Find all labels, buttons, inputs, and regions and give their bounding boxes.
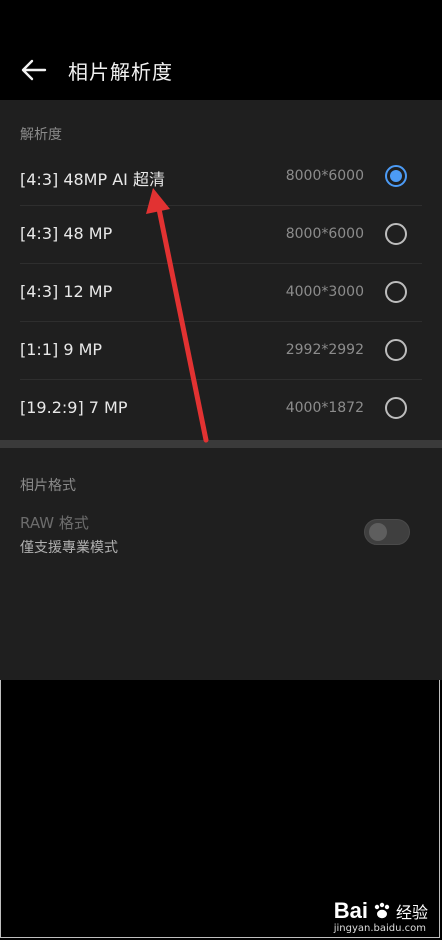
page-title: 相片解析度 — [68, 60, 173, 84]
resolution-option-value: 8000*6000 — [285, 226, 364, 242]
resolution-option-label: [19.2:9] 7 MP — [20, 398, 128, 417]
resolution-option[interactable]: [4:3] 48MP AI 超清 8000*6000 — [0, 148, 442, 206]
resolution-option-value: 8000*6000 — [285, 168, 364, 184]
resolution-option[interactable]: [4:3] 12 MP 4000*3000 — [0, 264, 442, 322]
back-button[interactable] — [16, 52, 52, 88]
format-section-header: 相片格式 — [20, 478, 76, 494]
raw-format-toggle[interactable] — [364, 519, 410, 545]
resolution-option[interactable]: [19.2:9] 7 MP 4000*1872 — [0, 380, 442, 438]
resolution-option-value: 4000*1872 — [285, 400, 364, 416]
resolution-option-label: [4:3] 48MP AI 超清 — [20, 170, 165, 189]
resolution-option[interactable]: [4:3] 48 MP 8000*6000 — [0, 206, 442, 264]
toggle-knob — [369, 523, 387, 541]
back-arrow-icon — [21, 59, 47, 81]
radio-unselected-icon[interactable] — [385, 223, 407, 245]
section-separator — [0, 440, 442, 448]
radio-selected-icon[interactable] — [385, 165, 407, 187]
radio-unselected-icon[interactable] — [385, 339, 407, 361]
top-app-bar: 相片解析度 — [0, 0, 442, 100]
resolution-option-value: 4000*3000 — [285, 284, 364, 300]
watermark-url: jingyan.baidu.com — [333, 923, 426, 934]
resolution-option[interactable]: [1:1] 9 MP 2992*2992 — [0, 322, 442, 380]
watermark: Bai 经验 — [334, 898, 428, 924]
watermark-logo: Bai — [333, 898, 368, 923]
resolution-section-header: 解析度 — [20, 127, 62, 143]
resolution-option-label: [4:3] 12 MP — [20, 282, 113, 301]
raw-format-subtitle: 僅支援專業模式 — [20, 540, 118, 556]
resolution-option-label: [1:1] 9 MP — [20, 340, 103, 359]
radio-unselected-icon[interactable] — [385, 397, 407, 419]
watermark-text: 经验 — [395, 903, 428, 922]
raw-format-label: RAW 格式 — [20, 514, 89, 532]
paw-icon — [374, 902, 390, 919]
resolution-option-label: [4:3] 48 MP — [20, 224, 113, 243]
radio-unselected-icon[interactable] — [385, 281, 407, 303]
resolution-option-value: 2992*2992 — [285, 342, 364, 358]
